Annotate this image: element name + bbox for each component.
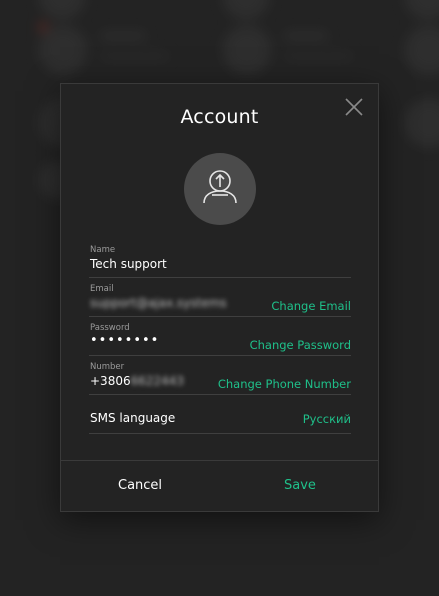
name-field[interactable]: Name Tech support xyxy=(89,239,351,278)
number-hidden-digits: 6622443 xyxy=(130,374,185,388)
email-label: Email xyxy=(90,284,114,294)
page: Account Name Tech support Email support@… xyxy=(0,0,439,596)
sms-language-label: SMS language xyxy=(90,411,176,425)
name-label: Name xyxy=(90,245,116,255)
dialog-title: Account xyxy=(180,106,259,128)
dialog-footer: Cancel Save xyxy=(61,460,378,511)
change-password-link[interactable]: Change Password xyxy=(250,338,351,352)
change-email-link[interactable]: Change Email xyxy=(271,299,351,313)
number-value: +38066622443 xyxy=(90,374,184,388)
name-value[interactable]: Tech support xyxy=(90,257,167,271)
email-value: support@ajax.systems xyxy=(90,296,227,310)
save-button[interactable]: Save xyxy=(284,478,316,493)
sms-language-field: SMS language Русский xyxy=(89,395,351,434)
password-value: •••••••• xyxy=(90,333,160,348)
upload-photo-icon xyxy=(203,170,237,204)
password-field: Password •••••••• Change Password xyxy=(89,317,351,356)
cancel-button[interactable]: Cancel xyxy=(118,478,162,493)
email-field: Email support@ajax.systems Change Email xyxy=(89,278,351,317)
account-dialog: Account Name Tech support Email support@… xyxy=(60,83,379,512)
number-label: Number xyxy=(90,362,125,372)
password-label: Password xyxy=(90,323,130,333)
phone-number-field: Number +38066622443 Change Phone Number xyxy=(89,356,351,395)
avatar-upload-button[interactable] xyxy=(184,153,256,225)
account-fields: Name Tech support Email support@ajax.sys… xyxy=(89,239,351,434)
change-phone-number-link[interactable]: Change Phone Number xyxy=(218,377,351,391)
sms-language-select[interactable]: Русский xyxy=(303,412,351,426)
number-prefix: +3806 xyxy=(90,374,131,388)
